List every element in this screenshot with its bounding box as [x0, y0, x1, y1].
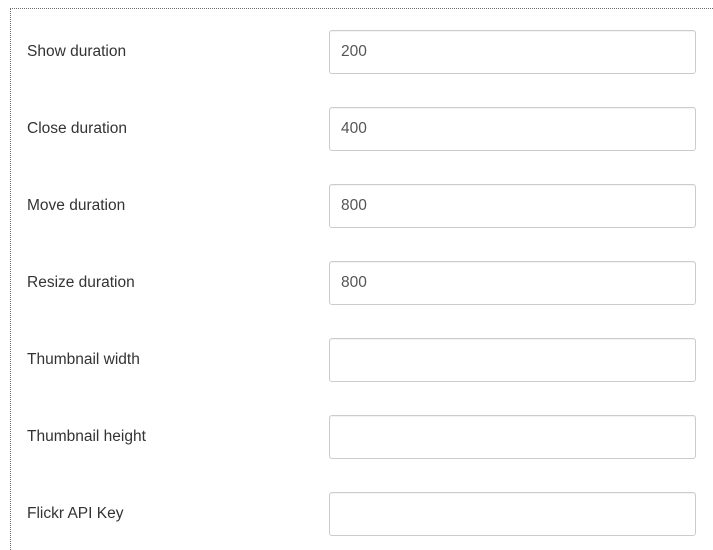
- thumbnail-height-input[interactable]: [329, 415, 696, 459]
- resize-duration-input[interactable]: [329, 261, 696, 305]
- setting-row-resize-duration: Resize duration: [11, 261, 713, 305]
- setting-row-thumbnail-width: Thumbnail width: [11, 338, 713, 382]
- resize-duration-label: Resize duration: [27, 274, 135, 291]
- settings-panel: Show duration Close duration Move durati…: [10, 8, 713, 550]
- setting-row-thumbnail-height: Thumbnail height: [11, 415, 713, 459]
- thumbnail-width-input[interactable]: [329, 338, 696, 382]
- setting-row-show-duration: Show duration: [11, 30, 713, 74]
- setting-row-move-duration: Move duration: [11, 184, 713, 228]
- close-duration-label: Close duration: [27, 120, 127, 137]
- flickr-api-key-input[interactable]: [329, 492, 696, 536]
- thumbnail-width-label: Thumbnail width: [27, 351, 140, 368]
- setting-row-close-duration: Close duration: [11, 107, 713, 151]
- flickr-api-key-label: Flickr API Key: [27, 505, 124, 522]
- show-duration-input[interactable]: [329, 30, 696, 74]
- move-duration-label: Move duration: [27, 197, 126, 214]
- close-duration-input[interactable]: [329, 107, 696, 151]
- thumbnail-height-label: Thumbnail height: [27, 428, 146, 445]
- move-duration-input[interactable]: [329, 184, 696, 228]
- setting-row-flickr-api-key: Flickr API Key: [11, 492, 713, 536]
- show-duration-label: Show duration: [27, 43, 127, 60]
